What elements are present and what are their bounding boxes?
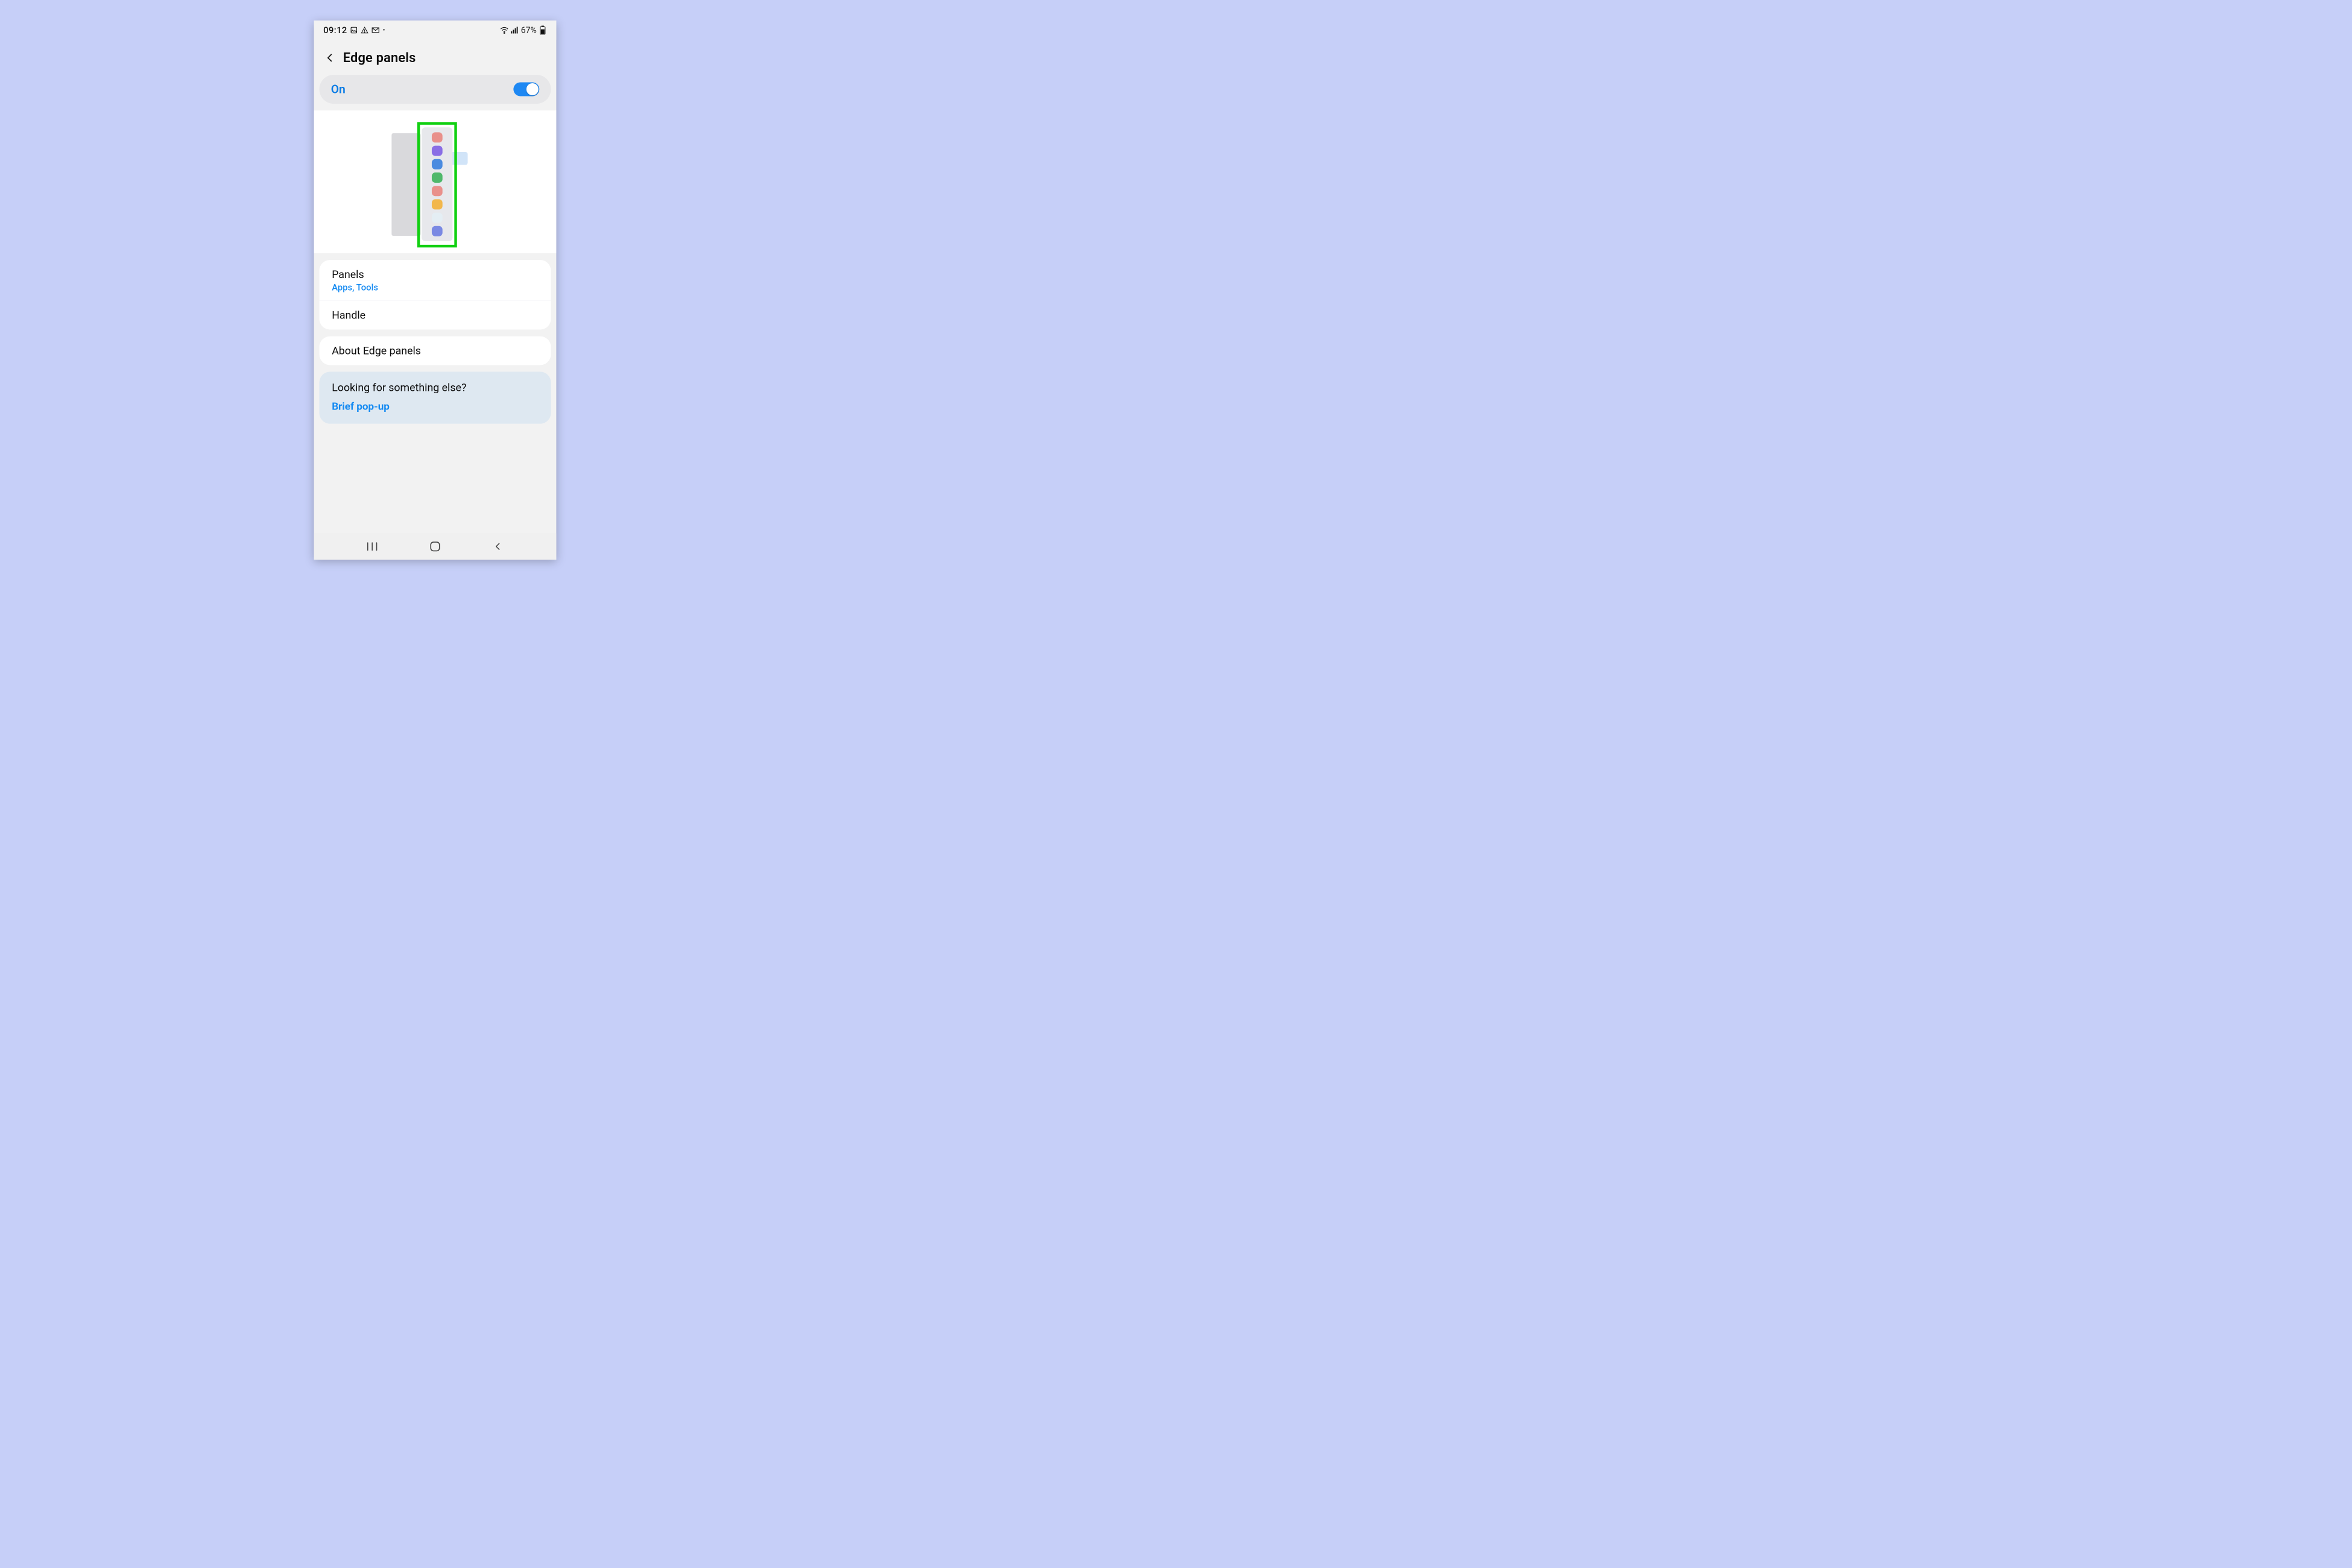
preview-app-dot bbox=[432, 226, 443, 236]
battery-icon bbox=[540, 26, 546, 35]
looking-for-title: Looking for something else? bbox=[332, 381, 539, 394]
master-toggle-switch[interactable] bbox=[513, 83, 539, 96]
content: On Panels Apps, Tools bbox=[314, 75, 557, 533]
looking-for-card: Looking for something else? Brief pop-up bbox=[319, 371, 551, 423]
handle-row-title: Handle bbox=[332, 309, 539, 321]
preview-app-dot bbox=[432, 132, 443, 142]
about-row-title: About Edge panels bbox=[332, 344, 539, 357]
brief-popup-link[interactable]: Brief pop-up bbox=[332, 400, 539, 413]
panels-row-subtitle: Apps, Tools bbox=[332, 282, 539, 292]
home-button[interactable] bbox=[426, 538, 443, 555]
about-row[interactable]: About Edge panels bbox=[319, 337, 551, 365]
wifi-icon bbox=[500, 27, 509, 34]
status-time: 09:12 bbox=[323, 25, 347, 35]
back-button[interactable] bbox=[323, 51, 337, 65]
page-header: Edge panels bbox=[314, 40, 557, 75]
preview-app-dot bbox=[432, 159, 443, 169]
gmail-icon bbox=[371, 27, 379, 33]
preview-panel bbox=[422, 127, 452, 241]
battery-percentage: 67% bbox=[521, 25, 537, 35]
panels-row-title: Panels bbox=[332, 268, 539, 280]
switch-thumb bbox=[526, 83, 539, 95]
list-card-panels: Panels Apps, Tools Handle bbox=[319, 260, 551, 329]
preview-app-dot bbox=[432, 199, 443, 209]
stage: 09:12 • 67% bbox=[0, 0, 870, 580]
edge-panel-preview-card bbox=[314, 110, 557, 253]
panels-row[interactable]: Panels Apps, Tools bbox=[319, 260, 551, 300]
preview-handle-tab bbox=[450, 152, 467, 165]
preview-app-dot bbox=[432, 186, 443, 196]
preview-app-dot bbox=[432, 146, 443, 156]
dot-icon: • bbox=[383, 26, 385, 34]
preview-app-dot bbox=[432, 172, 443, 183]
status-bar: 09:12 • 67% bbox=[314, 21, 557, 40]
picture-icon bbox=[350, 27, 358, 34]
phone-screenshot: 09:12 • 67% bbox=[314, 21, 557, 560]
signal-icon bbox=[511, 27, 519, 33]
handle-row[interactable]: Handle bbox=[319, 300, 551, 329]
system-navigation-bar bbox=[314, 533, 557, 560]
edge-panel-preview bbox=[377, 122, 493, 243]
preview-app-dot bbox=[432, 213, 443, 223]
master-toggle-label: On bbox=[331, 83, 346, 96]
nav-back-button[interactable] bbox=[490, 538, 507, 555]
preview-device-background bbox=[391, 133, 420, 236]
page-title: Edge panels bbox=[343, 50, 416, 66]
master-toggle-row[interactable]: On bbox=[319, 75, 551, 104]
list-card-about: About Edge panels bbox=[319, 337, 551, 365]
warning-icon bbox=[361, 27, 368, 34]
recents-button[interactable] bbox=[364, 538, 381, 555]
